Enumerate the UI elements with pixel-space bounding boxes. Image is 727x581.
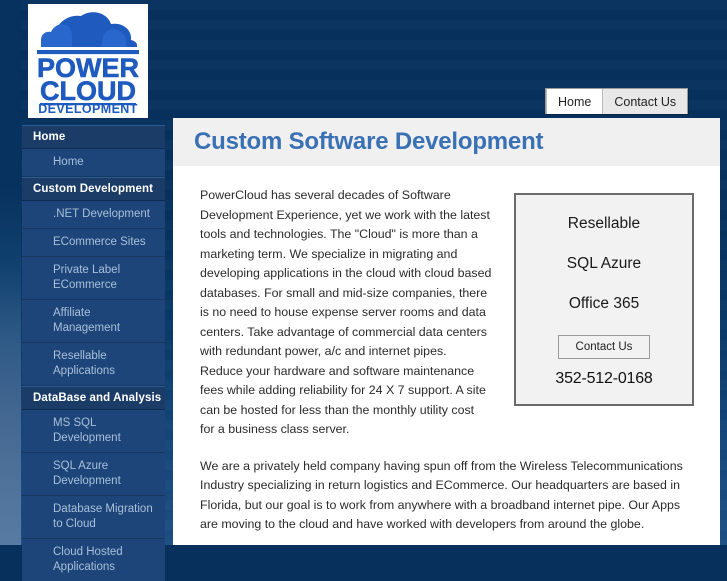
sidebar-item-private-label-ecommerce[interactable]: Private Label ECommerce bbox=[22, 257, 165, 300]
paragraph-intro: PowerCloud has several decades of Softwa… bbox=[200, 186, 492, 440]
main-content-panel: Custom Software Development Resellable S… bbox=[173, 118, 720, 545]
sidebar-item-cloud-hosted-applications[interactable]: Cloud Hosted Applications bbox=[22, 539, 165, 581]
top-navigation: Home Contact Us bbox=[545, 88, 688, 114]
topnav-item-contact-us[interactable]: Contact Us bbox=[603, 89, 687, 114]
infobox-line-sql-azure: SQL Azure bbox=[526, 255, 682, 273]
sidebar-group-header-database-and-analysis: DataBase and Analysis bbox=[22, 386, 165, 410]
infobox-line-resellable: Resellable bbox=[526, 215, 682, 233]
paragraph-company: We are a privately held company having s… bbox=[200, 457, 694, 535]
sidebar-item-resellable-applications[interactable]: Resellable Applications bbox=[22, 343, 165, 386]
cloud-icon: POWER CLOUD DEVELOPMENT bbox=[31, 7, 145, 115]
infobox-line-office-365: Office 365 bbox=[526, 295, 682, 313]
promo-info-box: Resellable SQL Azure Office 365 Contact … bbox=[514, 193, 694, 406]
sidebar: Home Home Custom Development .NET Develo… bbox=[22, 125, 165, 581]
sidebar-item-net-development[interactable]: .NET Development bbox=[22, 201, 165, 229]
topnav-item-home[interactable]: Home bbox=[546, 89, 603, 114]
sidebar-item-ms-sql-development[interactable]: MS SQL Development bbox=[22, 410, 165, 453]
sidebar-item-home[interactable]: Home bbox=[22, 149, 165, 177]
sidebar-item-affiliate-management[interactable]: Affiliate Management bbox=[22, 300, 165, 343]
site-logo[interactable]: POWER CLOUD DEVELOPMENT bbox=[28, 4, 148, 118]
background-left-band bbox=[0, 0, 21, 545]
sidebar-group-header-custom-development: Custom Development bbox=[22, 177, 165, 201]
sidebar-item-sql-azure-development[interactable]: SQL Azure Development bbox=[22, 453, 165, 496]
sidebar-item-ecommerce-sites[interactable]: ECommerce Sites bbox=[22, 229, 165, 257]
phone-number: 352-512-0168 bbox=[526, 370, 682, 388]
sidebar-item-database-migration-to-cloud[interactable]: Database Migration to Cloud bbox=[22, 496, 165, 539]
page-title: Custom Software Development bbox=[194, 128, 543, 156]
contact-us-button[interactable]: Contact Us bbox=[558, 335, 651, 359]
logo-text-development: DEVELOPMENT bbox=[38, 102, 138, 115]
content-body: Resellable SQL Azure Office 365 Contact … bbox=[173, 166, 720, 545]
sidebar-group-header-home: Home bbox=[22, 125, 165, 149]
content-header: Custom Software Development bbox=[173, 118, 720, 166]
